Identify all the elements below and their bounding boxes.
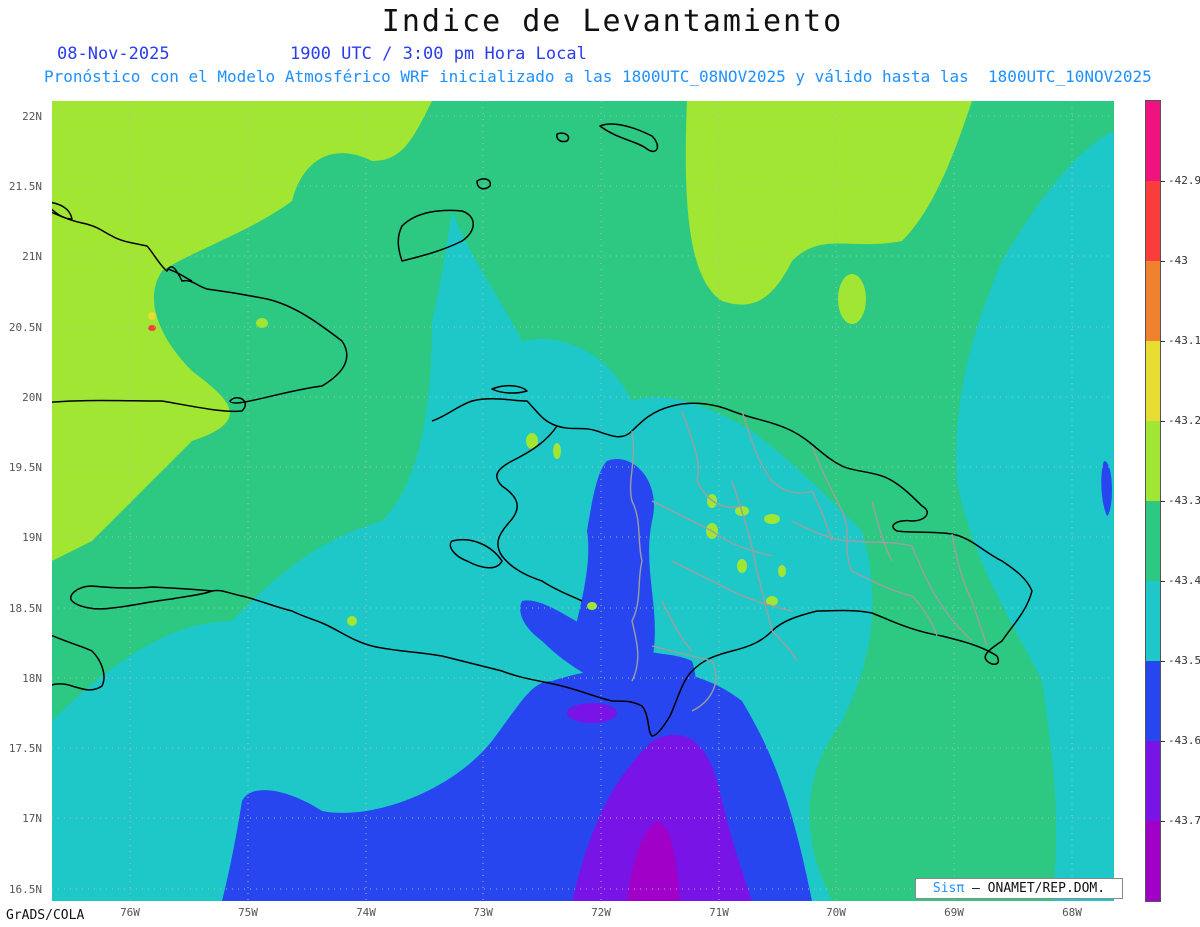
colorbar-label: -43 bbox=[1168, 254, 1188, 267]
colorbar-label: -42.9 bbox=[1168, 174, 1200, 187]
colorbar-tick bbox=[1161, 581, 1165, 582]
lifted-index-map bbox=[52, 101, 1114, 901]
colorbar-segment bbox=[1146, 661, 1161, 741]
colorbar-tick bbox=[1161, 421, 1165, 422]
colorbar-segment bbox=[1146, 101, 1161, 181]
field-yellowgreen-spot bbox=[838, 274, 866, 324]
colorbar-tick bbox=[1161, 261, 1165, 262]
colorbar-tick bbox=[1161, 341, 1165, 342]
lon-label: 73W bbox=[473, 906, 493, 919]
grads-footer: GrADS/COLA bbox=[6, 908, 85, 923]
colorbar-segment bbox=[1146, 421, 1161, 501]
colorbar-label: -43.5 bbox=[1168, 654, 1200, 667]
lon-label: 75W bbox=[238, 906, 258, 919]
lon-label: 71W bbox=[709, 906, 729, 919]
sis-logo-text: Sisπ bbox=[932, 881, 965, 896]
lon-label: 69W bbox=[944, 906, 964, 919]
colorbar-tick bbox=[1161, 501, 1165, 502]
credit-box: Sisπ – ONAMET/REP.DOM. bbox=[915, 878, 1123, 899]
lon-label: 72W bbox=[591, 906, 611, 919]
lat-label: 18.5N bbox=[8, 602, 42, 615]
lat-label: 22N bbox=[22, 110, 42, 123]
colorbar-tick bbox=[1161, 741, 1165, 742]
lat-label: 17.5N bbox=[8, 742, 42, 755]
lat-label: 21.5N bbox=[8, 180, 42, 193]
colorbar-segment bbox=[1146, 501, 1161, 581]
colorbar-tick bbox=[1161, 661, 1165, 662]
colorbar-segment bbox=[1146, 181, 1161, 261]
colorbar-segment bbox=[1146, 261, 1161, 341]
forecast-time: 1900 UTC / 3:00 pm Hora Local bbox=[290, 44, 587, 64]
colorbar-label: -43.1 bbox=[1168, 334, 1200, 347]
lat-label: 18N bbox=[22, 672, 42, 685]
lat-label: 17N bbox=[22, 812, 42, 825]
lat-label: 16.5N bbox=[8, 883, 42, 896]
colorbar-segment bbox=[1146, 581, 1161, 661]
credit-org: – ONAMET/REP.DOM. bbox=[964, 881, 1106, 896]
colorbar-label: -43.6 bbox=[1168, 734, 1200, 747]
colorbar-label: -43.2 bbox=[1168, 414, 1200, 427]
lat-label: 20.5N bbox=[8, 321, 42, 334]
colorbar-tick bbox=[1161, 181, 1165, 182]
colorbar-label: -43.7 bbox=[1168, 814, 1200, 827]
lat-label: 19.5N bbox=[8, 461, 42, 474]
lat-label: 20N bbox=[22, 391, 42, 404]
field-red-spot bbox=[148, 325, 156, 331]
lat-label: 21N bbox=[22, 250, 42, 263]
lon-label: 70W bbox=[826, 906, 846, 919]
lon-label: 68W bbox=[1062, 906, 1082, 919]
colorbar-segment bbox=[1146, 741, 1161, 821]
colorbar-segment bbox=[1146, 821, 1161, 901]
lon-label: 74W bbox=[356, 906, 376, 919]
lat-label: 19N bbox=[22, 531, 42, 544]
map-canvas bbox=[52, 101, 1114, 901]
forecast-subtitle: Pronóstico con el Modelo Atmosférico WRF… bbox=[44, 67, 1152, 86]
colorbar-tick bbox=[1161, 821, 1165, 822]
map-title: Indice de Levantamiento bbox=[381, 4, 844, 39]
field-yellow-spot bbox=[148, 312, 156, 320]
colorbar-segment bbox=[1146, 341, 1161, 421]
colorbar-label: -43.4 bbox=[1168, 574, 1200, 587]
colorbar-label: -43.3 bbox=[1168, 494, 1200, 507]
field-purple-spot bbox=[567, 703, 617, 723]
lon-label: 76W bbox=[120, 906, 140, 919]
forecast-date: 08-Nov-2025 bbox=[57, 44, 170, 64]
